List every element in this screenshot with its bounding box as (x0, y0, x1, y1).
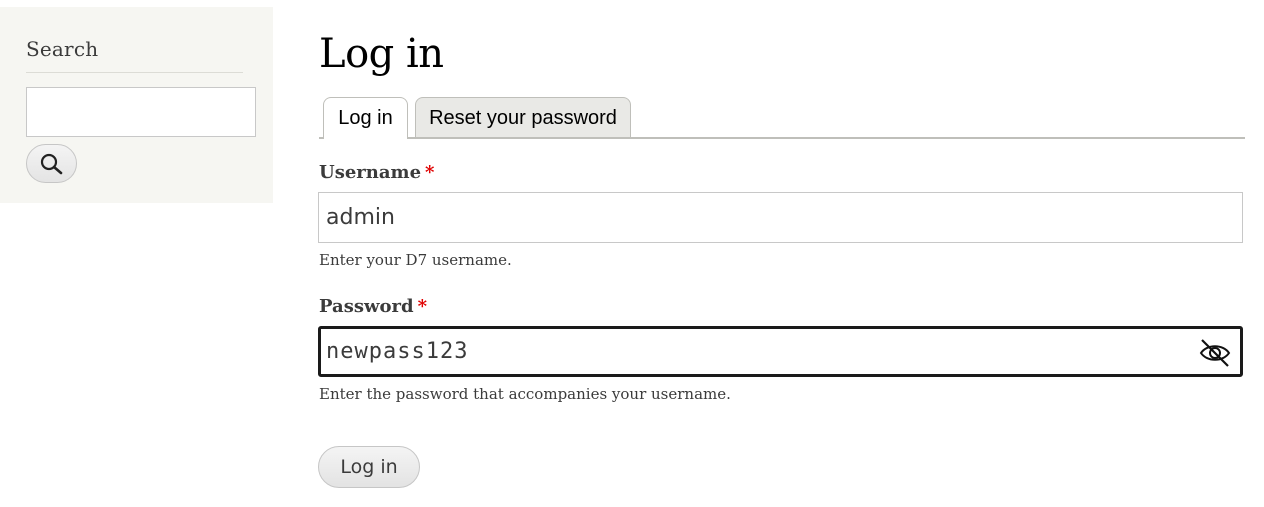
sidebar-divider (26, 72, 243, 73)
password-description: Enter the password that accompanies your… (319, 385, 731, 403)
password-visibility-toggle[interactable] (1198, 336, 1232, 370)
username-description: Enter your D7 username. (319, 251, 512, 269)
required-marker: * (425, 162, 435, 183)
required-marker: * (417, 296, 427, 317)
password-field[interactable]: newpass123 (318, 326, 1243, 377)
username-value: admin (326, 205, 395, 230)
tab-reset-password[interactable]: Reset your password (415, 97, 631, 138)
username-field[interactable]: admin (318, 192, 1243, 243)
sidebar-search-title: Search (26, 37, 99, 61)
search-button[interactable] (26, 144, 77, 183)
username-label: Username * (319, 162, 434, 183)
eye-slash-icon (1199, 339, 1231, 367)
password-value: newpass123 (326, 339, 469, 364)
password-label-text: Password (319, 296, 414, 317)
sidebar-search-block: Search (0, 7, 273, 203)
search-icon (40, 153, 63, 175)
search-input[interactable] (26, 87, 256, 137)
log-in-button[interactable]: Log in (318, 446, 420, 488)
password-label: Password * (319, 296, 427, 317)
username-label-text: Username (319, 162, 422, 183)
tab-log-in[interactable]: Log in (323, 97, 408, 139)
page-title: Log in (319, 31, 444, 77)
tabs-divider (319, 137, 1245, 139)
